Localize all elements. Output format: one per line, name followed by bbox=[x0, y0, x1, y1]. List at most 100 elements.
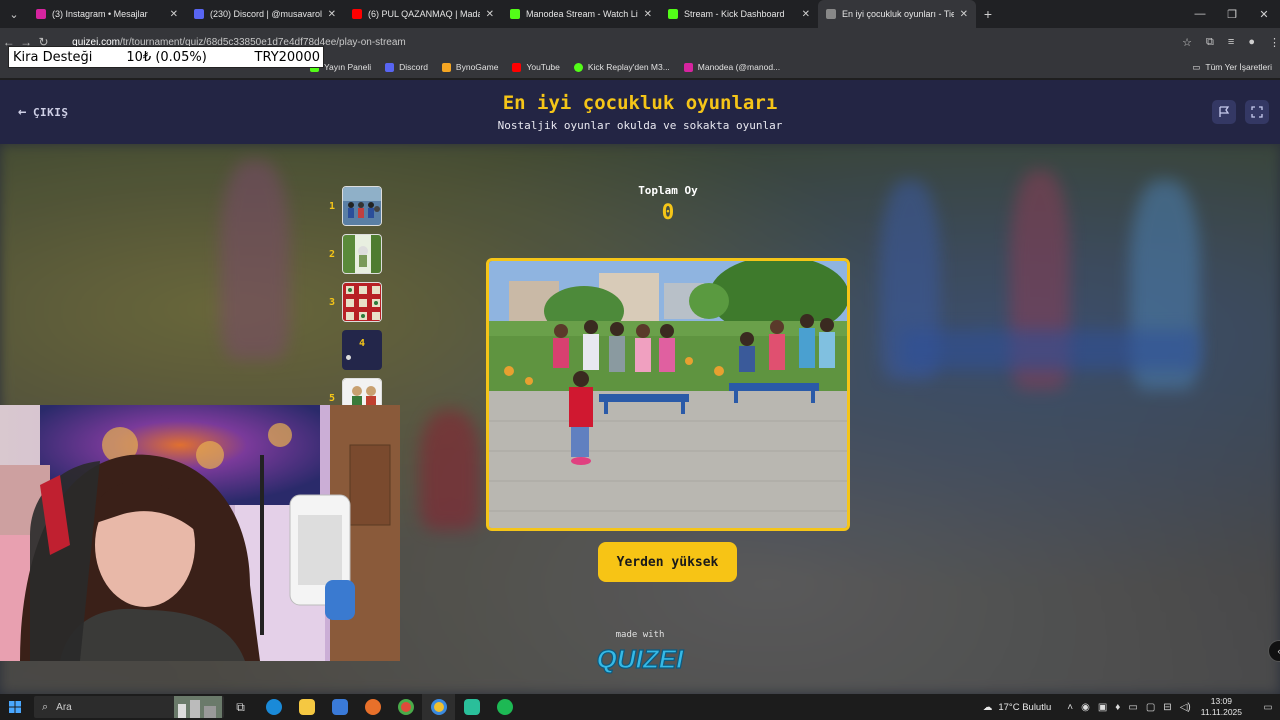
search-icon: ⌕ bbox=[42, 700, 49, 713]
tab-kick-dashboard[interactable]: Stream - Kick Dashboard ✕ bbox=[660, 0, 818, 28]
donation-goal-overlay: Kira Desteği 10₺ (0.05%) TRY20000 bbox=[8, 46, 324, 68]
rank-slot-1[interactable]: 1 bbox=[322, 182, 392, 230]
youtube-icon bbox=[352, 9, 362, 19]
total-votes-label: Toplam Oy bbox=[638, 184, 698, 197]
display-icon[interactable]: ▢ bbox=[1146, 702, 1155, 713]
taskbar-chrome-active[interactable] bbox=[422, 694, 455, 720]
close-icon[interactable]: ✕ bbox=[644, 9, 652, 20]
media-icon[interactable]: ≡ bbox=[1228, 36, 1234, 49]
close-icon[interactable]: ✕ bbox=[960, 9, 968, 20]
flag-icon bbox=[1219, 106, 1230, 117]
report-flag-button[interactable] bbox=[1212, 100, 1236, 124]
tab-label: (230) Discord | @musavarol bbox=[210, 9, 322, 19]
made-with-label: made with bbox=[615, 630, 665, 640]
quizei-logo[interactable]: QUIZEI bbox=[592, 640, 688, 674]
extensions-icon[interactable]: ⧉ bbox=[1206, 36, 1214, 49]
volume-icon[interactable]: ◁) bbox=[1180, 702, 1191, 713]
brand-text: QUIZEI bbox=[597, 644, 684, 674]
menu-icon[interactable]: ⋮ bbox=[1269, 36, 1280, 49]
rank-number: 1 bbox=[328, 200, 336, 212]
rank-number: 3 bbox=[328, 296, 336, 308]
bookmark-bynogame[interactable]: BynoGame bbox=[441, 62, 498, 72]
kick-icon bbox=[668, 9, 678, 19]
tab-youtube[interactable]: (6) PUL QAZANMAQ | Madara ✕ bbox=[344, 0, 502, 28]
tab-instagram[interactable]: (3) Instagram • Mesajlar ✕ bbox=[28, 0, 186, 28]
clock-time: 13:09 bbox=[1210, 696, 1232, 706]
camera-icon[interactable]: ▣ bbox=[1098, 702, 1107, 713]
close-icon[interactable]: ✕ bbox=[802, 9, 810, 20]
donation-goal: TRY20000 bbox=[254, 49, 320, 65]
bookmark-discord[interactable]: Discord bbox=[385, 62, 428, 72]
tab-search-icon[interactable]: ⌄ bbox=[0, 0, 28, 28]
taskbar-store[interactable] bbox=[323, 694, 356, 720]
chrome-icon bbox=[430, 699, 447, 715]
search-placeholder: Ara bbox=[56, 701, 72, 713]
rank-empty-slot: 4 bbox=[342, 330, 382, 370]
rank-number: 2 bbox=[328, 248, 336, 260]
record-icon[interactable]: ◉ bbox=[1081, 702, 1090, 713]
choice-button[interactable]: Yerden yüksek bbox=[598, 542, 737, 582]
fullscreen-button[interactable] bbox=[1245, 100, 1269, 124]
clock-date: 11.11.2025 bbox=[1200, 707, 1242, 717]
tab-label: Stream - Kick Dashboard bbox=[684, 9, 785, 19]
taskbar-spotify[interactable] bbox=[488, 694, 521, 720]
taskbar-search[interactable]: ⌕ Ara bbox=[34, 696, 224, 718]
close-icon[interactable]: ✕ bbox=[486, 9, 494, 20]
all-bookmarks[interactable]: ▭ Tüm Yer İşaretleri bbox=[1192, 56, 1272, 78]
tray-icons: ˄ ◉ ▣ ♦ ▭ ▢ ⊟ ◁) bbox=[1067, 702, 1190, 713]
bookmark-youtube[interactable]: YouTube bbox=[512, 62, 560, 72]
tab-label: (6) PUL QAZANMAQ | Madara bbox=[368, 9, 480, 19]
start-button[interactable] bbox=[0, 701, 30, 713]
rank-slot-2[interactable]: 2 bbox=[322, 230, 392, 278]
weather-text: 17°C Bulutlu bbox=[998, 701, 1052, 713]
taskbar-explorer[interactable] bbox=[290, 694, 323, 720]
minimize-icon[interactable]: — bbox=[1184, 0, 1216, 28]
restore-icon[interactable]: ❐ bbox=[1216, 0, 1248, 28]
profile-icon[interactable]: ● bbox=[1248, 36, 1255, 49]
bookmark-label: Kick Replay'den M3... bbox=[587, 62, 670, 72]
weather-widget[interactable]: ☁ 17°C Bulutlu bbox=[983, 702, 1051, 713]
rank-number: 5 bbox=[328, 392, 336, 404]
cloud-icon: ☁ bbox=[982, 701, 993, 713]
task-view-button[interactable]: ⧉ bbox=[224, 694, 257, 720]
taskbar-edge[interactable] bbox=[257, 694, 290, 720]
tab-quizei[interactable]: En iyi çocukluk oyunları - Tier L ✕ bbox=[818, 0, 976, 28]
window-controls: — ❐ ✕ bbox=[1184, 0, 1280, 28]
kick-icon bbox=[510, 9, 520, 19]
taskbar-firefox[interactable] bbox=[356, 694, 389, 720]
star-icon[interactable]: ☆ bbox=[1182, 36, 1192, 49]
tab-manodea-stream[interactable]: Manodea Stream - Watch Live ✕ bbox=[502, 0, 660, 28]
new-tab-button[interactable]: + bbox=[976, 6, 1000, 22]
chevron-up-icon[interactable]: ˄ bbox=[1067, 702, 1073, 713]
rank-thumbnail bbox=[342, 234, 382, 274]
tab-label: Manodea Stream - Watch Live bbox=[526, 9, 638, 19]
rank-slot-4[interactable]: 4 bbox=[322, 326, 392, 374]
discord-icon bbox=[194, 9, 204, 19]
taskbar-chrome[interactable] bbox=[389, 694, 422, 720]
windows-taskbar: ⌕ Ara ⧉ ☁ 17°C Bulutlu ˄ ◉ ▣ ♦ ▭ ▢ ⊟ ◁) … bbox=[0, 694, 1280, 720]
microphone-icon[interactable]: ♦ bbox=[1115, 702, 1120, 713]
donation-label: Kira Desteği bbox=[13, 49, 93, 65]
rank-slot-3[interactable]: 3 bbox=[322, 278, 392, 326]
close-icon[interactable]: ✕ bbox=[170, 9, 178, 20]
notification-icon[interactable]: ▭ bbox=[1256, 702, 1280, 713]
choice-image[interactable] bbox=[486, 258, 850, 531]
firefox-icon bbox=[364, 699, 381, 715]
bookmark-manodea[interactable]: Manodea (@manod... bbox=[683, 62, 780, 72]
taskbar-streaming-app[interactable] bbox=[455, 694, 488, 720]
donation-amount: 10₺ (0.05%) bbox=[126, 49, 207, 65]
monitor-icon[interactable]: ▭ bbox=[1128, 702, 1137, 713]
bookmark-kick-replay[interactable]: Kick Replay'den M3... bbox=[573, 62, 670, 72]
background-figure bbox=[420, 410, 480, 530]
task-view-icon: ⧉ bbox=[236, 699, 245, 714]
close-window-icon[interactable]: ✕ bbox=[1248, 0, 1280, 28]
clock[interactable]: 13:09 11.11.2025 bbox=[1201, 696, 1242, 718]
tab-discord[interactable]: (230) Discord | @musavarol ✕ bbox=[186, 0, 344, 28]
rank-thumbnail bbox=[342, 282, 382, 322]
folder-icon bbox=[298, 699, 315, 715]
background-figure bbox=[220, 160, 290, 360]
close-icon[interactable]: ✕ bbox=[328, 9, 336, 20]
dot-icon bbox=[346, 355, 351, 360]
streaming-app-icon bbox=[463, 699, 480, 715]
network-icon[interactable]: ⊟ bbox=[1163, 702, 1171, 713]
